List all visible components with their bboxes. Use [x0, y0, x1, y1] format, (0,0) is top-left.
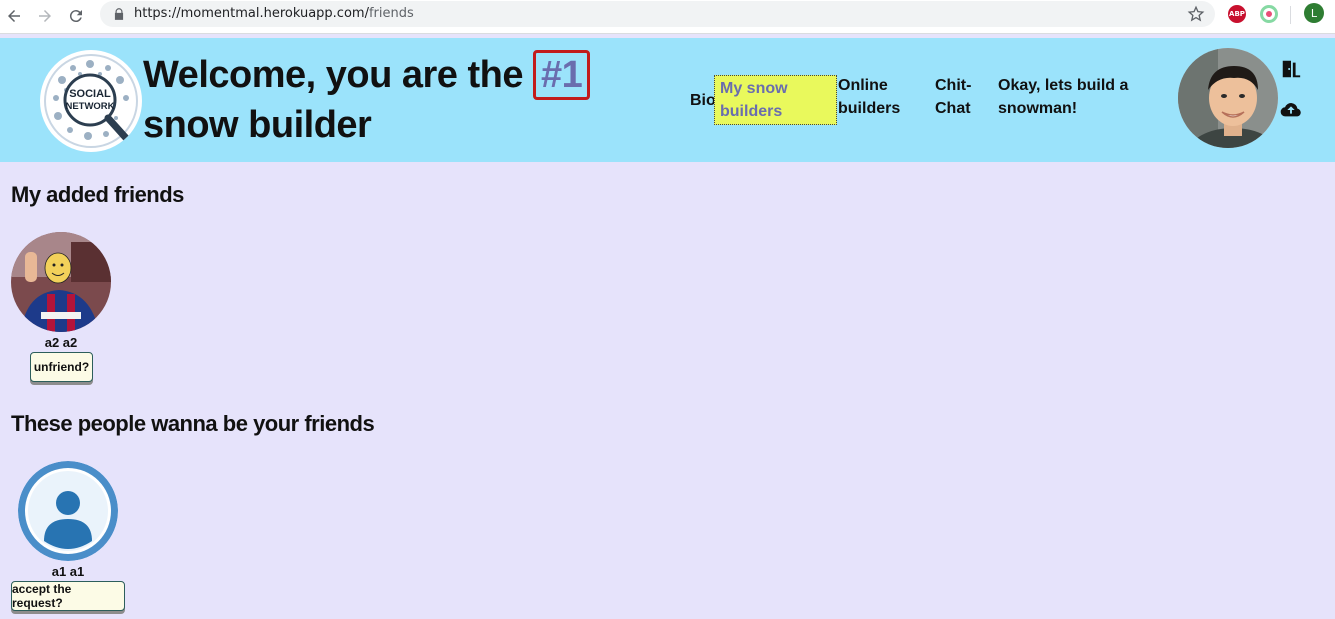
requester-avatar[interactable]: [18, 461, 118, 561]
added-friends-title: My added friends: [11, 182, 184, 207]
logo-text-top: SOCIAL: [69, 88, 111, 100]
reload-button[interactable]: [64, 4, 88, 28]
toolbar-divider: [1290, 6, 1291, 24]
cloud-upload-icon[interactable]: [1280, 99, 1302, 121]
url-text: https://momentmal.herokuapp.com/friends: [134, 6, 414, 21]
social-network-logo[interactable]: SOCIAL NETWORK: [40, 50, 142, 152]
nav-my-snow-builders[interactable]: My snow builders: [714, 75, 837, 125]
logout-door-icon[interactable]: [1280, 58, 1302, 80]
nav-chit-chat[interactable]: Chit-Chat: [935, 74, 980, 120]
address-bar[interactable]: https://momentmal.herokuapp.com/friends: [100, 1, 1215, 27]
browser-toolbar: https://momentmal.herokuapp.com/friends …: [0, 0, 1335, 34]
rank-badge: #1: [533, 50, 591, 100]
unfriend-button[interactable]: unfriend?: [30, 352, 93, 382]
nav-build-snowman[interactable]: Okay, lets build a snowman!: [998, 74, 1138, 120]
adblock-extension-icon[interactable]: ABP: [1228, 5, 1246, 23]
friend-requests-title: These people wanna be your friends: [11, 411, 375, 436]
forward-icon: [39, 10, 51, 22]
welcome-suffix: snow builder: [143, 104, 372, 146]
logo-text-bottom: NETWORK: [65, 101, 114, 112]
site-header: SOCIAL NETWORK Welcome, you are the #1 s…: [0, 38, 1335, 162]
lock-icon: [114, 8, 124, 20]
back-icon: [8, 10, 20, 22]
profile-avatar[interactable]: L: [1304, 3, 1324, 23]
nav-bio[interactable]: Bio: [690, 89, 716, 112]
friend-name: a2 a2: [44, 335, 78, 350]
user-avatar[interactable]: [1178, 48, 1278, 148]
accept-request-button[interactable]: accept the request?: [11, 581, 125, 611]
welcome-heading: Welcome, you are the #1 snow builder: [143, 50, 663, 150]
bookmark-star-icon[interactable]: [1187, 5, 1205, 23]
reload-icon: [69, 10, 82, 23]
friend-avatar[interactable]: [11, 232, 111, 332]
extension-icon[interactable]: [1260, 5, 1278, 23]
nav-online-builders[interactable]: Online builders: [838, 74, 918, 120]
back-button[interactable]: [2, 4, 26, 28]
welcome-prefix: Welcome, you are the: [143, 54, 523, 96]
forward-button[interactable]: [33, 4, 57, 28]
requester-name: a1 a1: [51, 564, 85, 579]
